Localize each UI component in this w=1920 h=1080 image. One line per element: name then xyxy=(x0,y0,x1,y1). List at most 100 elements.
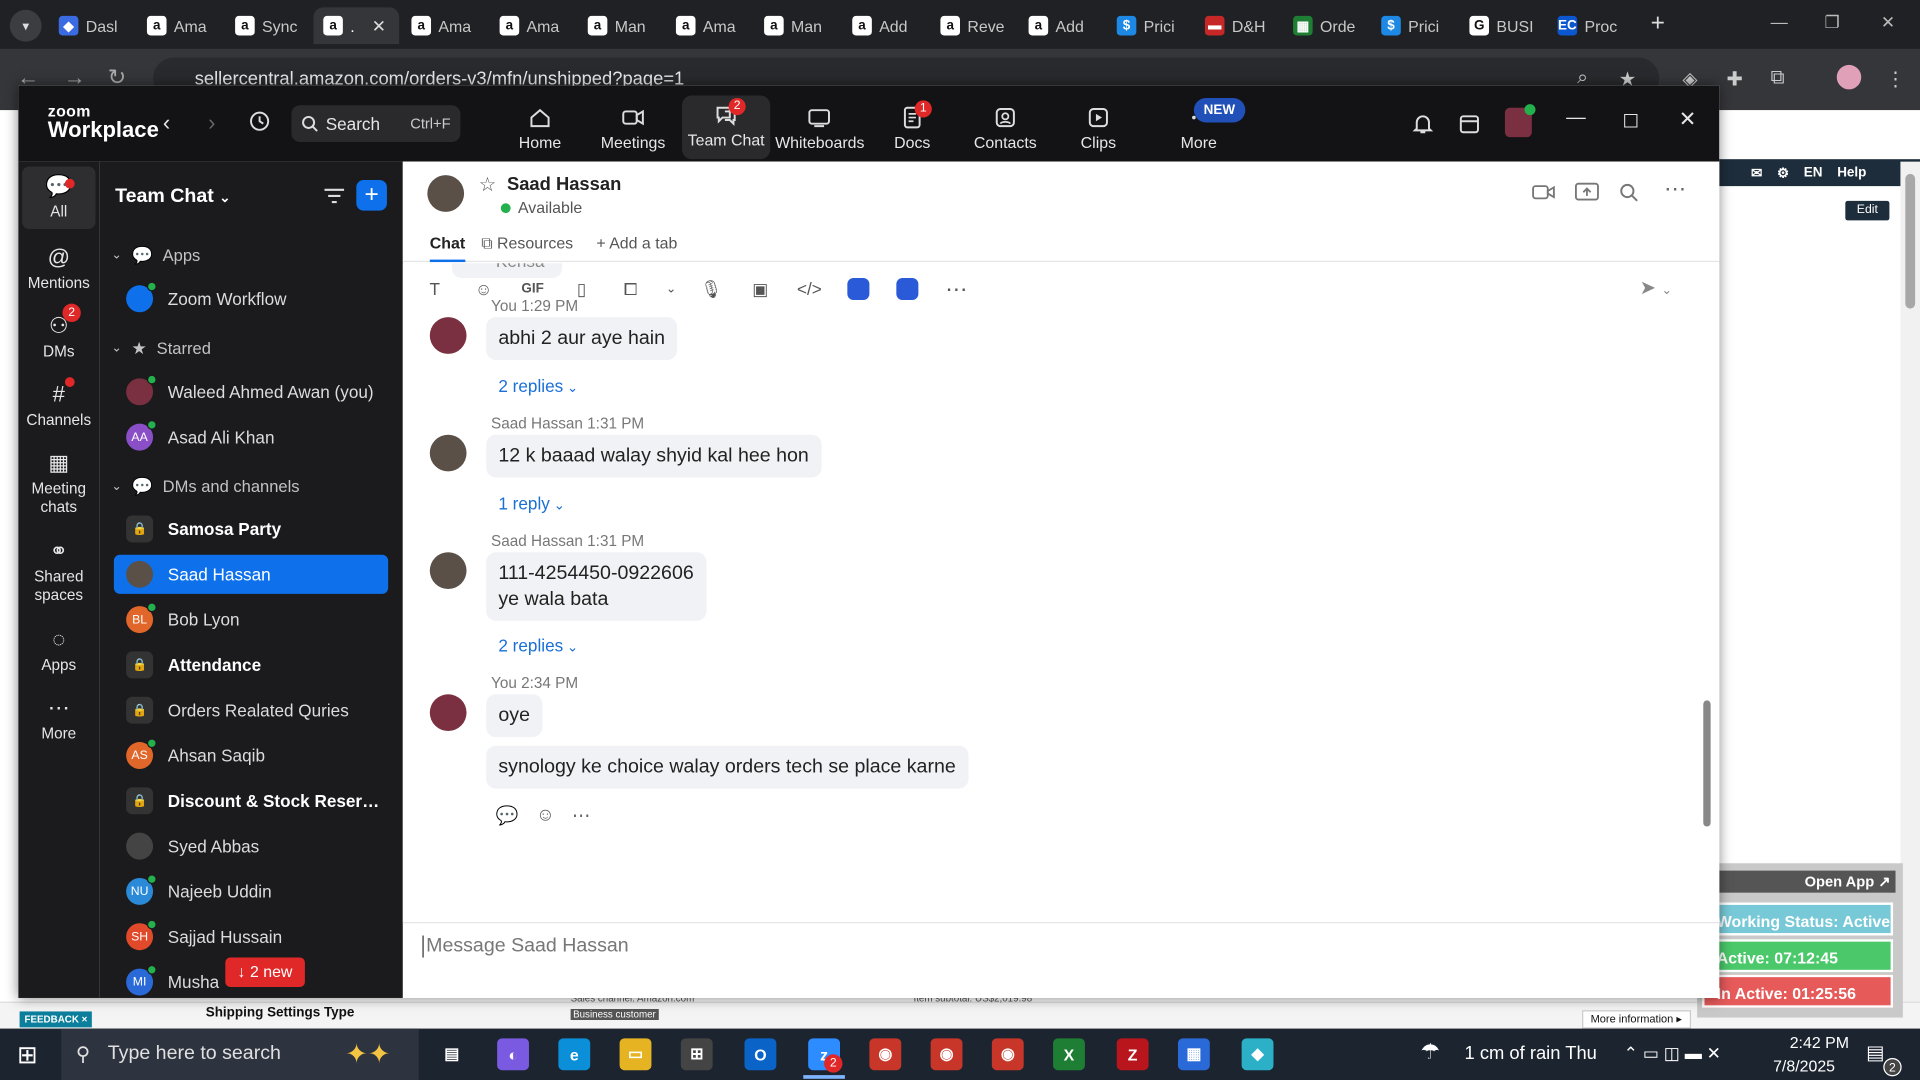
sender-avatar[interactable] xyxy=(429,694,467,732)
section-dms-channels[interactable]: ⌄ 💬 DMs and channels xyxy=(111,476,299,497)
tab-chat[interactable]: Chat xyxy=(429,234,466,263)
file-icon[interactable]: ▯ xyxy=(567,274,596,303)
feedback-button[interactable]: FEEDBACK × xyxy=(19,1011,93,1028)
restore-window-button[interactable]: ❐ xyxy=(1825,12,1840,33)
close-icon[interactable]: ✕ xyxy=(1679,108,1696,132)
chrome-icon[interactable]: ◉ xyxy=(869,1038,902,1071)
help-link[interactable]: Help xyxy=(1837,165,1866,180)
edit-button[interactable]: Edit xyxy=(1845,200,1890,221)
more-tools-icon[interactable]: ⋯ xyxy=(942,274,971,303)
thread-replies-link[interactable]: 1 reply ⌄ xyxy=(498,493,565,513)
extension-icon[interactable]: ✚ xyxy=(1727,67,1743,91)
nav-contacts[interactable]: Contacts xyxy=(961,98,1049,162)
reply-icon[interactable]: 💬 xyxy=(496,804,519,827)
file-explorer-icon[interactable]: ▭ xyxy=(619,1038,652,1071)
chrome-icon[interactable]: ◉ xyxy=(991,1038,1024,1071)
sidebar-item-attendance[interactable]: 🔒 Attendance xyxy=(114,645,388,684)
notification-center-icon[interactable]: ▤ xyxy=(1866,1041,1885,1065)
browser-tab[interactable]: $ Prici xyxy=(1107,7,1193,44)
message-bubble[interactable]: abhi 2 aur aye hain xyxy=(486,317,678,361)
browser-tab[interactable]: ◆ Dasl xyxy=(49,7,135,44)
sender-avatar[interactable] xyxy=(429,317,467,354)
team-chat-title[interactable]: Team Chat ⌄ xyxy=(115,186,230,208)
sidebar-item-bob-lyon[interactable]: BL Bob Lyon xyxy=(114,600,388,639)
outlook-icon[interactable]: O xyxy=(744,1038,777,1071)
history-icon[interactable] xyxy=(249,110,271,138)
search-chat-icon[interactable] xyxy=(1619,182,1639,208)
browser-tab[interactable]: a Man xyxy=(754,7,840,44)
excel-icon[interactable]: X xyxy=(1053,1038,1085,1071)
sidebar-item-zoom-workflow[interactable]: Zoom Workflow xyxy=(114,279,388,318)
back-arrow-icon[interactable]: ‹ xyxy=(163,110,170,136)
more-options-icon[interactable]: ⋯ xyxy=(1664,176,1686,202)
rail-more[interactable]: ⋯ More xyxy=(22,688,95,750)
chrome-icon[interactable]: ◉ xyxy=(930,1038,963,1071)
message-bubble[interactable]: 111-4254450-0922606 ye wala bata xyxy=(486,552,707,621)
filezilla-icon[interactable]: Z xyxy=(1116,1038,1149,1071)
nav-meetings[interactable]: Meetings xyxy=(589,98,677,162)
star-icon[interactable]: ☆ xyxy=(479,173,497,197)
nav-docs[interactable]: Docs 1 xyxy=(868,98,956,162)
app-icon[interactable]: ◆ xyxy=(1241,1038,1274,1071)
browser-tab[interactable]: a Man xyxy=(578,7,664,44)
copilot-icon[interactable]: ◐ xyxy=(497,1038,529,1071)
open-app-button[interactable]: Open App ↗ xyxy=(1714,870,1896,893)
rail-dms[interactable]: ⚇ DMs xyxy=(22,306,95,368)
mail-icon[interactable]: ✉ xyxy=(1751,165,1762,181)
section-starred[interactable]: ⌄ ★ Starred xyxy=(111,338,210,359)
rail-meeting-chats[interactable]: ▦ Meeting chats xyxy=(22,443,95,524)
message-input[interactable]: Message Saad Hassan xyxy=(422,935,629,958)
system-tray-icons[interactable]: ⌃ ▭ ◫ ▬ ✕ xyxy=(1624,1043,1721,1064)
weather-text[interactable]: 1 cm of rain Thu xyxy=(1465,1043,1597,1064)
contact-avatar[interactable] xyxy=(427,175,465,212)
add-tab-button[interactable]: + Add a tab xyxy=(596,234,677,252)
forward-arrow-icon[interactable]: › xyxy=(208,110,215,136)
format-text-icon[interactable]: T xyxy=(420,274,449,303)
close-window-button[interactable]: ✕ xyxy=(1881,12,1895,33)
nav-whiteboards[interactable]: Whiteboards xyxy=(775,98,864,162)
zoom-search-input[interactable]: Search Ctrl+F xyxy=(291,105,461,143)
message-bubble[interactable]: 12 k baaad walay shyid kal hee hon xyxy=(486,434,822,478)
sidebar-item-syed-abbas[interactable]: Syed Abbas xyxy=(114,827,388,866)
app-integration-icon[interactable] xyxy=(896,277,919,301)
sidebar-item-samosa-party[interactable]: 🔒 Samosa Party xyxy=(114,509,388,548)
new-tab-button[interactable]: + xyxy=(1651,10,1665,38)
add-reaction-icon[interactable]: ☺ xyxy=(536,804,555,826)
clock-date[interactable]: 7/8/2025 xyxy=(1773,1057,1835,1075)
sidebar-item-saad-hassan[interactable]: Saad Hassan xyxy=(113,554,389,594)
nav-clips[interactable]: Clips xyxy=(1054,98,1142,162)
chevron-down-icon[interactable]: ⌄ xyxy=(665,274,677,303)
filter-icon[interactable] xyxy=(323,187,345,210)
sender-avatar[interactable] xyxy=(429,434,467,472)
browser-tab[interactable]: a Reve xyxy=(931,7,1017,44)
notifications-bell-icon[interactable] xyxy=(1412,113,1434,141)
browser-tab[interactable]: a. ✕ xyxy=(313,7,400,45)
copilot-sparkle-icon[interactable]: ✦✦ xyxy=(345,1038,390,1070)
send-button[interactable]: ➤ ⌄ xyxy=(1640,276,1672,300)
message-bubble[interactable]: synology ke choice walay orders tech se … xyxy=(486,745,969,789)
browser-tab[interactable]: $ Prici xyxy=(1371,7,1457,44)
section-apps[interactable]: ⌄ 💬 Apps xyxy=(111,245,200,266)
video-call-icon[interactable] xyxy=(1532,184,1556,207)
browser-tab[interactable]: ▬ D&H xyxy=(1195,7,1281,44)
clock-time[interactable]: 2:42 PM xyxy=(1788,1033,1849,1051)
language-selector[interactable]: EN xyxy=(1804,165,1823,180)
emoji-icon[interactable]: ☺ xyxy=(469,274,498,303)
thread-replies-link[interactable]: 2 replies ⌄ xyxy=(498,376,578,396)
edge-browser-icon[interactable]: e xyxy=(558,1038,591,1071)
extensions-puzzle-icon[interactable]: ⧉ xyxy=(1771,67,1785,89)
calendar-icon[interactable] xyxy=(1458,113,1480,141)
minimize-window-button[interactable]: — xyxy=(1771,12,1788,32)
contact-name[interactable]: Saad Hassan xyxy=(507,174,621,195)
nav-home[interactable]: Home xyxy=(496,98,584,162)
new-chat-button[interactable]: + xyxy=(356,180,387,211)
code-block-icon[interactable]: </> xyxy=(795,274,824,303)
sidebar-item-najeeb-uddin[interactable]: NU Najeeb Uddin xyxy=(114,872,388,911)
browser-tab[interactable]: a Ama xyxy=(490,7,576,44)
sidebar-item-sajjad-hussain[interactable]: SH Sajjad Hussain xyxy=(114,917,388,956)
task-view-icon[interactable]: ▤ xyxy=(436,1038,468,1070)
more-actions-icon[interactable]: ⋯ xyxy=(572,804,590,827)
more-information-button[interactable]: More information ▸ xyxy=(1582,1010,1691,1029)
windows-start-icon[interactable]: ⊞ xyxy=(17,1040,38,1071)
browser-tab[interactable]: a Add xyxy=(842,7,928,44)
